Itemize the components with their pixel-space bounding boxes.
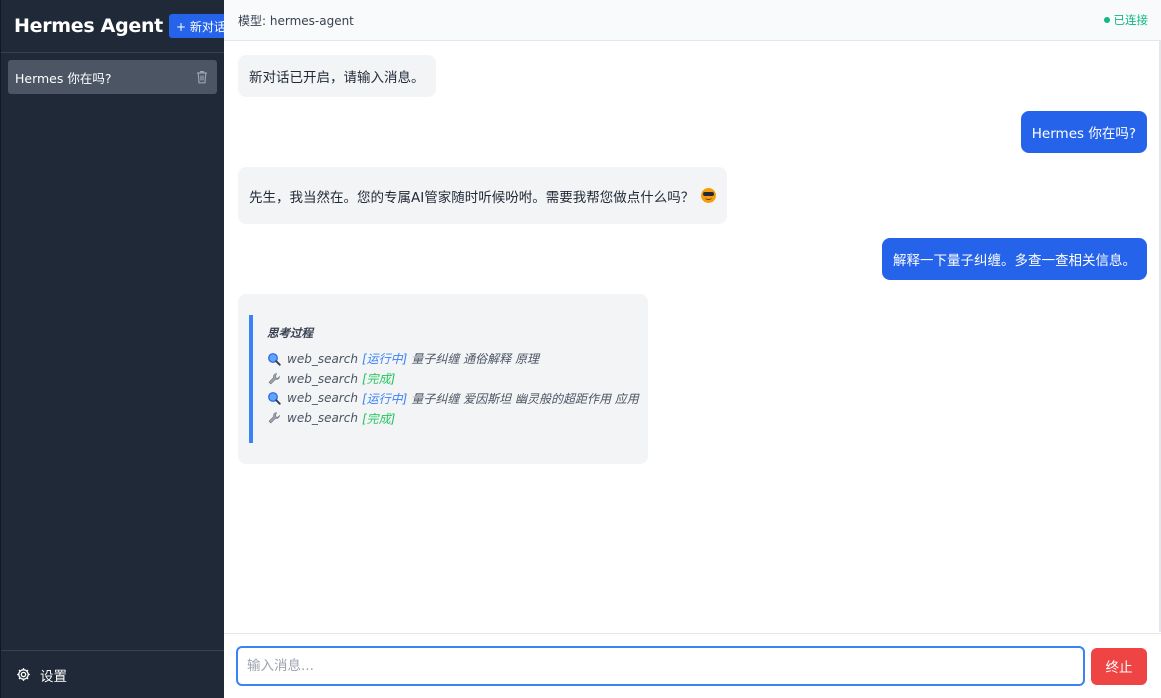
stop-button[interactable]: 终止 (1091, 647, 1147, 685)
chat-main: 模型: hermes-agent 已连接 新对话已开启，请输入消息。 Herme… (224, 0, 1161, 698)
tool-name: web_search (287, 391, 358, 406)
tool-step: web_search [完成] (267, 408, 648, 428)
app-brand: Hermes Agent (14, 15, 163, 37)
status-dot-icon (1103, 17, 1110, 23)
settings-label: 设置 (40, 668, 67, 685)
message-list: 新对话已开启，请输入消息。 Hermes 你在吗? 先生，我当然在。您的专属AI… (224, 41, 1161, 633)
tool-status: [完成] (361, 411, 396, 426)
message-input[interactable] (236, 646, 1085, 686)
tool-step: web_search [运行中] 量子纠缠 爱因斯坦 幽灵般的超距作用 应用 (267, 389, 648, 409)
sidebar: Hermes Agent + 新对话 Hermes 你在吗? 设置 (0, 0, 233, 698)
message-text: 新对话已开启，请输入消息。 (249, 70, 425, 86)
tool-step: web_search [运行中] 量子纠缠 通俗解释 原理 (267, 349, 648, 369)
sidebar-header: Hermes Agent + 新对话 (1, 0, 233, 53)
assistant-thinking-message: 思考过程 web_search [运行中] 量子纠缠 通俗解释 原理 web_s… (238, 294, 648, 464)
assistant-message: 先生，我当然在。您的专属AI管家随时听候吩咐。需要我帮您做点什么吗？ (238, 167, 728, 224)
status-text: 已连接 (1113, 13, 1149, 27)
composer: 终止 (224, 633, 1161, 698)
tool-status: [运行中] (361, 352, 408, 367)
message-text: 解释一下量子纠缠。多查一查相关信息。 (893, 253, 1136, 269)
tool-status: [完成] (361, 372, 396, 387)
user-message: 解释一下量子纠缠。多查一查相关信息。 (882, 238, 1147, 280)
message-text: Hermes 你在吗? (1031, 126, 1136, 142)
wrench-icon (268, 372, 280, 385)
settings-button[interactable]: 设置 (1, 650, 224, 698)
model-label: 模型: hermes-agent (238, 13, 354, 28)
trash-icon[interactable] (196, 70, 208, 84)
tool-name: web_search (287, 371, 358, 386)
conversation-item[interactable]: Hermes 你在吗? (8, 60, 217, 94)
connection-status: 已连接 (1103, 12, 1149, 28)
message-text: 先生，我当然在。您的专属AI管家随时听候吩咐。需要我帮您做点什么吗？ (249, 189, 695, 206)
tool-status: [运行中] (361, 391, 408, 406)
magnifier-icon (268, 352, 281, 366)
tool-query: 量子纠缠 通俗解释 原理 (411, 352, 539, 367)
tool-name: web_search (287, 351, 358, 366)
top-bar: 模型: hermes-agent 已连接 (224, 0, 1161, 41)
app-root: Hermes Agent + 新对话 Hermes 你在吗? 设置 模型: he… (0, 0, 1161, 698)
thinking-panel: 思考过程 web_search [运行中] 量子纠缠 通俗解释 原理 web_s… (249, 315, 648, 443)
user-message: Hermes 你在吗? (1020, 111, 1147, 153)
magnifier-icon (268, 392, 281, 406)
tool-query: 量子纠缠 爱因斯坦 幽灵般的超距作用 应用 (411, 391, 639, 406)
conversation-title: Hermes 你在吗? (15, 70, 112, 86)
tool-name: web_search (287, 411, 358, 426)
tool-step: web_search [完成] (267, 369, 648, 389)
thinking-title: 思考过程 (267, 326, 313, 340)
wrench-icon (268, 412, 280, 424)
conversation-list: Hermes 你在吗? (1, 53, 224, 650)
assistant-message: 新对话已开启，请输入消息。 (238, 55, 436, 97)
sunglasses-emoji-icon (701, 188, 717, 203)
gear-icon (16, 667, 31, 682)
